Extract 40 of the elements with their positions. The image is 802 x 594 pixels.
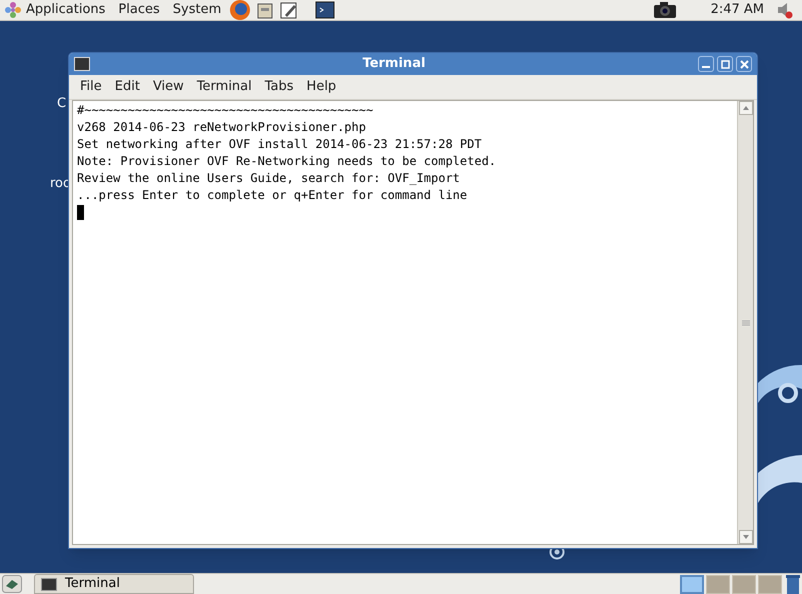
browser-globe-icon[interactable] — [229, 0, 252, 21]
minimize-button[interactable] — [698, 56, 714, 72]
scrollbar[interactable] — [737, 101, 753, 544]
workspace-button[interactable] — [680, 574, 704, 594]
maximize-icon — [720, 60, 730, 68]
maximize-button[interactable] — [717, 56, 733, 72]
scroll-up-icon[interactable] — [738, 101, 752, 115]
menu-item[interactable]: Help — [306, 77, 336, 97]
close-icon — [740, 60, 748, 68]
taskbar-button[interactable]: Terminal — [34, 574, 194, 594]
grip-icon — [742, 320, 750, 326]
terminal-line: #~~~~~~~~~~~~~~~~~~~~~~~~~~~~~~~~~~~~~~~~ — [77, 102, 374, 119]
clock[interactable]: 2:47 AM — [710, 0, 764, 20]
camera-icon[interactable] — [652, 1, 677, 19]
menu-item[interactable]: Terminal — [196, 77, 252, 97]
desktop-icon[interactable] — [2, 575, 22, 593]
menu-item[interactable]: Tabs — [264, 77, 294, 97]
speaker-muted-icon[interactable] — [776, 1, 794, 19]
panel-menu[interactable]: Applications — [26, 0, 106, 20]
foot-logo-icon — [4, 1, 22, 19]
scroll-down-icon[interactable] — [738, 530, 752, 544]
terminal-line: ...press Enter to complete or q+Enter for command line — [77, 187, 468, 204]
menu-item[interactable]: View — [152, 77, 184, 97]
close-button[interactable] — [736, 56, 752, 72]
terminal-icon[interactable] — [315, 0, 336, 20]
terminal-line: Review the online Users Guide, search for: OVF_Import — [77, 170, 461, 187]
terminal-line: Note: Provisioner OVF Re-Networking needs to be completed. — [77, 153, 498, 170]
terminal-icon — [74, 57, 90, 71]
text-cursor — [77, 205, 84, 220]
window-title: Terminal — [362, 55, 426, 74]
panel-menu[interactable]: Places — [118, 0, 160, 20]
panel-menu[interactable]: System — [172, 0, 222, 20]
terminal-line: v268 2014-06-23 reNetworkProvisioner.php — [77, 119, 367, 136]
terminal-icon — [41, 578, 57, 590]
menu-item[interactable]: Edit — [114, 77, 140, 97]
notepad-pencil-icon[interactable] — [279, 0, 300, 20]
desktop-icon-label[interactable]: C — [57, 94, 66, 114]
menu-item[interactable]: File — [80, 77, 102, 97]
terminal-line: Set networking after OVF install 2014-06-23 21:57:28 PDT — [77, 136, 483, 153]
trash-icon[interactable] — [786, 574, 800, 594]
